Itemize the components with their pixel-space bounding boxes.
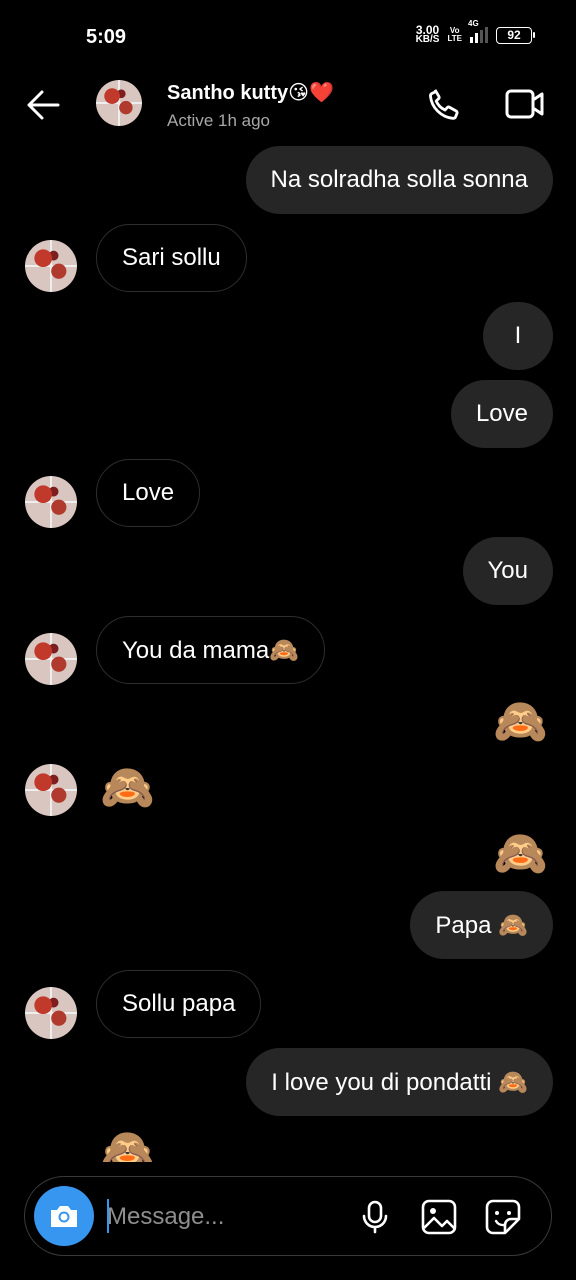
sender-avatar[interactable] bbox=[25, 240, 77, 292]
gallery-icon[interactable] bbox=[420, 1198, 458, 1236]
message-input[interactable] bbox=[107, 1197, 327, 1237]
phone-icon[interactable] bbox=[424, 84, 464, 124]
message-thread[interactable]: Na solradha solla sonna Sari sollu I Lov… bbox=[0, 142, 576, 1162]
network-speed: 3.00 KB/S bbox=[415, 24, 440, 45]
message-outgoing[interactable]: You bbox=[462, 537, 553, 605]
contact-status: Active 1h ago bbox=[167, 111, 271, 130]
sender-avatar[interactable] bbox=[25, 476, 77, 528]
message-incoming-emoji[interactable]: 🙈 bbox=[100, 1124, 155, 1162]
camera-button[interactable] bbox=[34, 1186, 94, 1246]
status-time: 5:09 bbox=[86, 26, 127, 48]
sender-avatar[interactable] bbox=[25, 764, 77, 816]
network-speed-unit: KB/S bbox=[415, 34, 440, 45]
contact-avatar[interactable] bbox=[96, 80, 142, 126]
volte-indicator: Vo LTE bbox=[447, 27, 462, 43]
message-outgoing[interactable]: I love you di pondatti 🙈 bbox=[246, 1048, 553, 1116]
message-incoming[interactable]: Love bbox=[96, 459, 201, 527]
sender-avatar[interactable] bbox=[25, 633, 77, 685]
message-outgoing[interactable]: Love bbox=[450, 380, 553, 448]
message-outgoing[interactable]: Na solradha solla sonna bbox=[245, 146, 553, 214]
camera-icon bbox=[47, 1201, 81, 1231]
signal-icon: 4G bbox=[468, 19, 488, 43]
message-outgoing-emoji[interactable]: 🙈 bbox=[493, 826, 548, 882]
status-indicators: 3.00 KB/S Vo LTE 4G 92 bbox=[415, 19, 535, 45]
sticker-icon[interactable] bbox=[484, 1198, 522, 1236]
volte-bottom: LTE bbox=[447, 34, 462, 43]
battery-icon: 92 bbox=[496, 26, 535, 44]
network-type: 4G bbox=[468, 19, 479, 28]
message-incoming[interactable]: You da mama🙈 bbox=[96, 616, 326, 684]
message-outgoing-emoji[interactable]: 🙈 bbox=[493, 694, 548, 750]
message-outgoing[interactable]: I bbox=[483, 302, 553, 370]
message-composer bbox=[24, 1176, 552, 1256]
status-bar: 5:09 3.00 KB/S Vo LTE 4G 92 bbox=[0, 0, 576, 70]
chat-header: Santho kutty😘❤️ Active 1h ago bbox=[0, 70, 576, 142]
message-incoming[interactable]: Sollu papa bbox=[96, 970, 262, 1038]
sender-avatar[interactable] bbox=[25, 987, 77, 1039]
video-camera-icon[interactable] bbox=[503, 84, 547, 124]
back-arrow-icon[interactable] bbox=[22, 84, 64, 126]
microphone-icon[interactable] bbox=[357, 1199, 393, 1235]
message-outgoing[interactable]: Papa 🙈 bbox=[410, 891, 553, 959]
contact-name[interactable]: Santho kutty😘❤️ bbox=[167, 80, 334, 105]
battery-level: 92 bbox=[507, 28, 521, 42]
message-incoming-emoji[interactable]: 🙈 bbox=[100, 760, 155, 816]
message-incoming[interactable]: Sari sollu bbox=[96, 224, 247, 292]
